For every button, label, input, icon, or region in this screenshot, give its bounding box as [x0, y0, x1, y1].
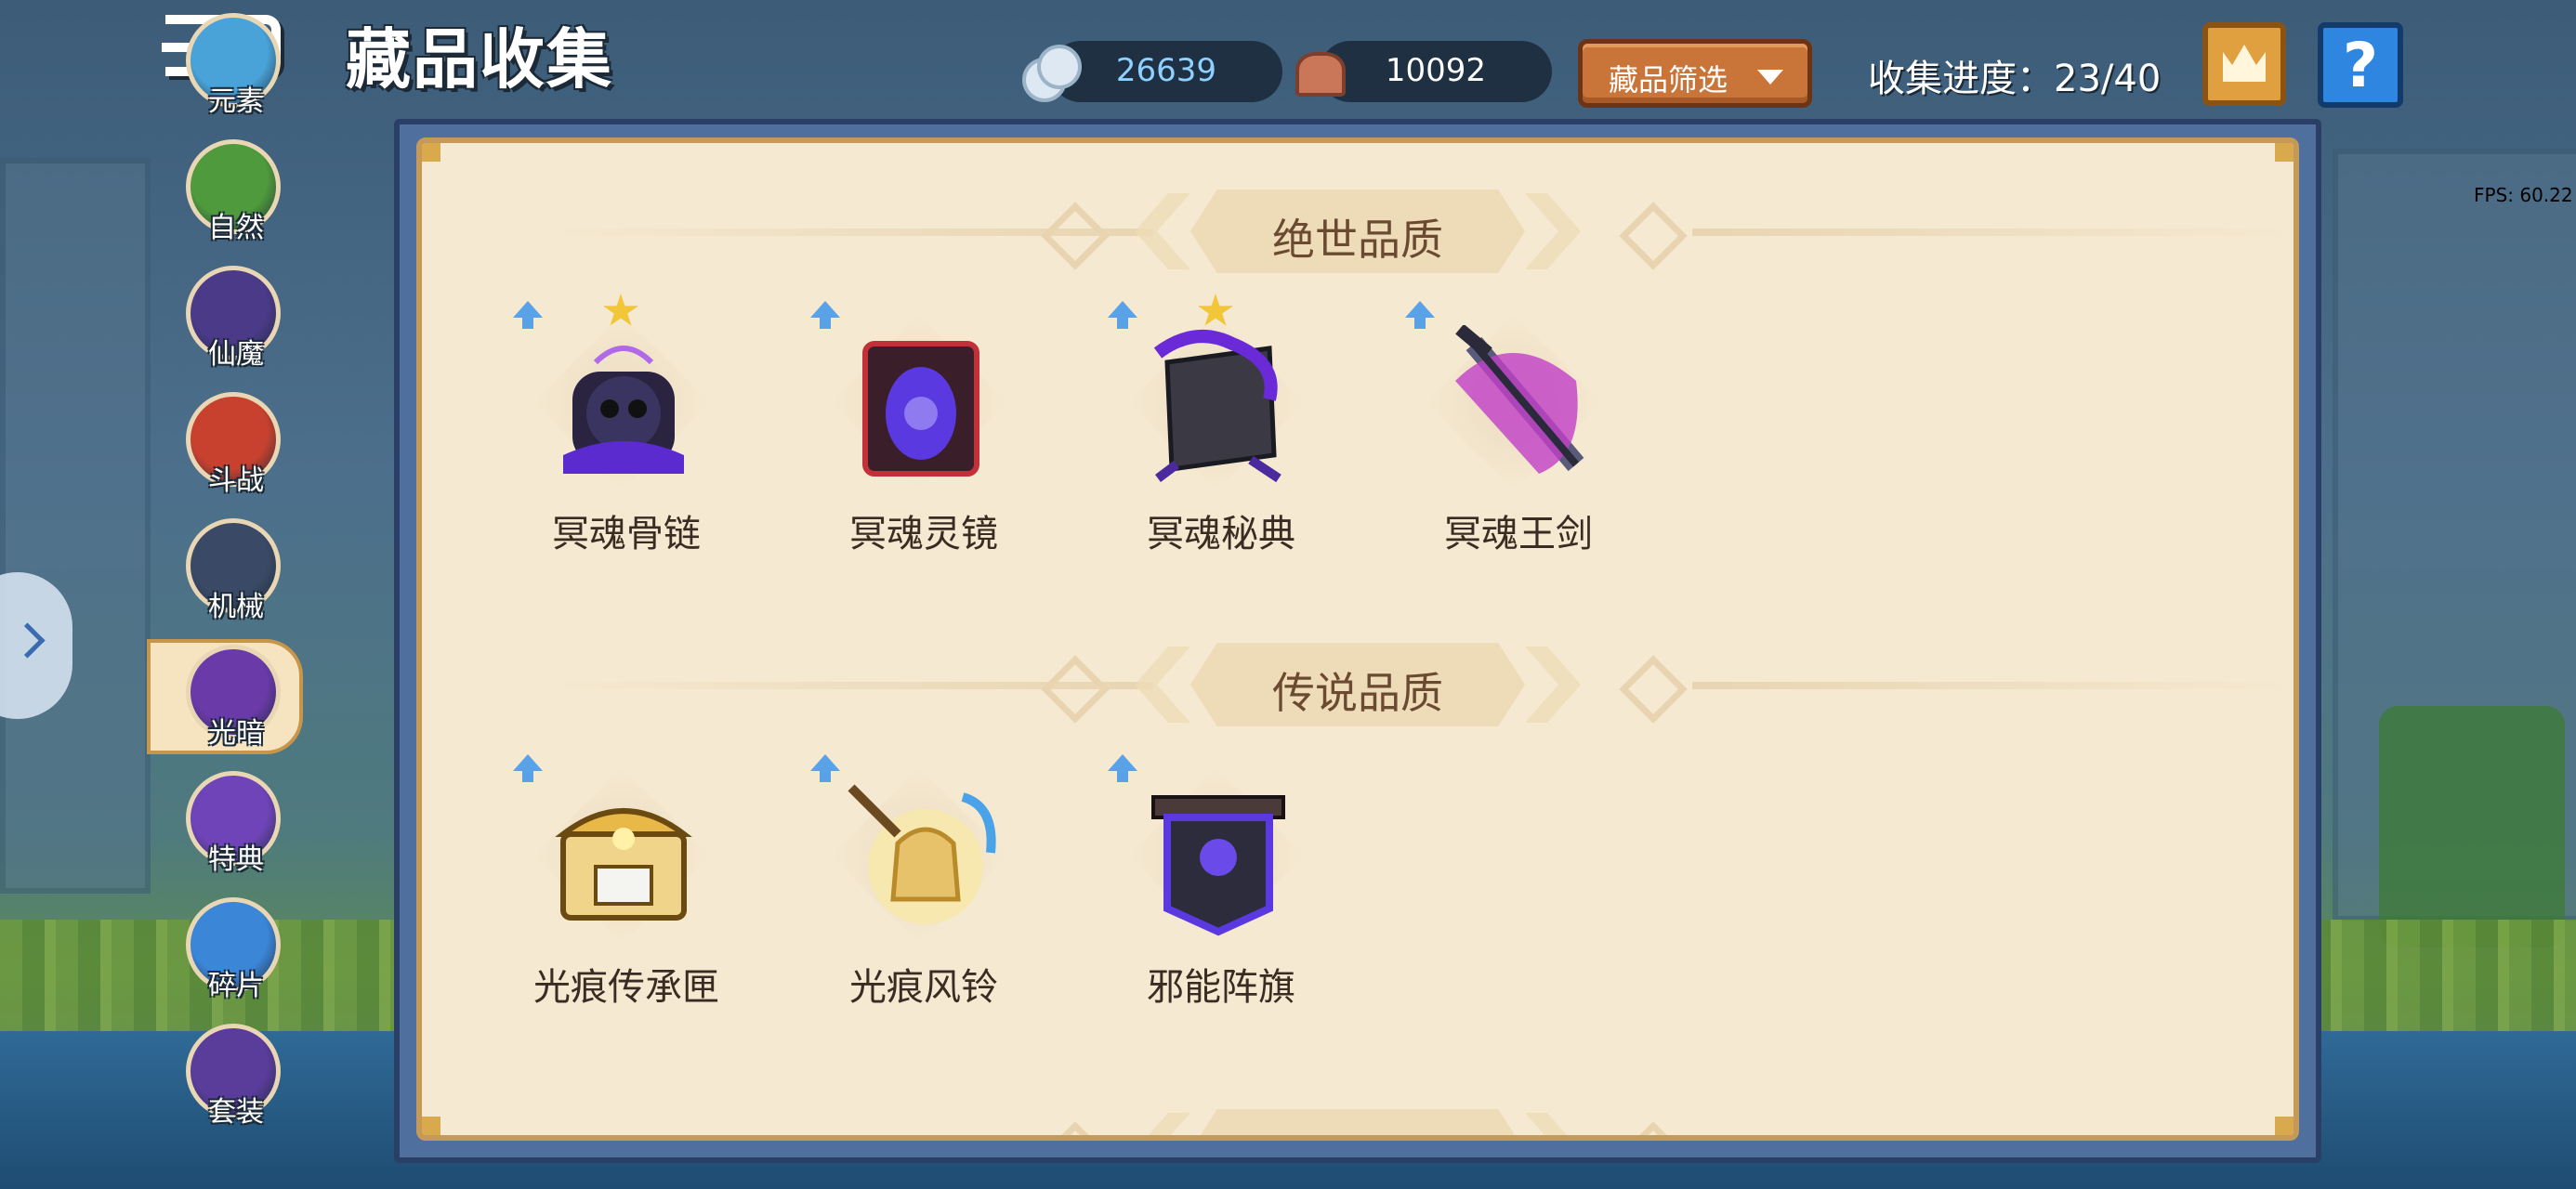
fps-counter: FPS: 60.22 [2474, 184, 2573, 206]
item-name: 冥魂秘典 [1147, 513, 1295, 555]
collection-item[interactable]: 冥魂秘典 [1100, 294, 1342, 580]
item-name: 邪能阵旗 [1147, 966, 1295, 1009]
item-artwork [1437, 323, 1595, 483]
item-artwork [842, 325, 1000, 483]
sidebar-item[interactable]: 仙魔 [182, 260, 290, 375]
upgrade-arrow-icon [1405, 301, 1435, 329]
collection-panel: 绝世品质冥魂骨链 冥魂灵镜 冥魂秘典 冥魂王剑传说品质光痕传承匣 光痕风铃 邪能阵旗史诗品… [394, 119, 2321, 1163]
sidebar-item-label: 元素 [208, 85, 264, 118]
crown-icon [2223, 45, 2266, 82]
collection-filter-dropdown[interactable]: 藏品筛选 [1578, 39, 1812, 108]
item-name: 冥魂王剑 [1444, 513, 1593, 555]
sidebar-item[interactable]: 光暗 [147, 639, 303, 754]
section-header: 史诗品质 [422, 1109, 2293, 1135]
collection-item[interactable]: 光痕风铃 [803, 754, 1045, 1033]
sidebar-item-label: 斗战 [208, 464, 264, 497]
upgrade-arrow-icon [810, 754, 840, 782]
sidebar-item-label: 碎片 [208, 970, 264, 1002]
silver-coin-counter: 26639 [1022, 41, 1282, 102]
sidebar-item[interactable]: 斗战 [182, 386, 290, 502]
section-title: 绝世品质 [1272, 215, 1443, 265]
item-artwork [1139, 778, 1297, 936]
item-name: 冥魂灵镜 [849, 513, 998, 555]
item-name: 冥魂骨链 [552, 513, 701, 555]
background-tree [2379, 706, 2565, 947]
sidebar-item-label: 光暗 [208, 717, 264, 750]
upgrade-arrow-icon [810, 301, 840, 329]
collection-item[interactable]: 邪能阵旗 [1100, 754, 1342, 1033]
filter-label: 藏品筛选 [1609, 62, 1728, 98]
section-header: 传说品质 [422, 643, 2293, 726]
upgrade-arrow-icon [513, 754, 543, 782]
collection-progress: 收集进度：23/40 [1868, 58, 2162, 100]
background-rock-left [0, 158, 151, 894]
item-artwork [1139, 325, 1297, 483]
sidebar-item[interactable]: 自然 [182, 134, 290, 249]
page-title: 藏品收集 [346, 21, 613, 98]
collection-item[interactable]: 冥魂王剑 [1398, 301, 1639, 580]
sidebar-item[interactable]: 元素 [182, 7, 290, 123]
sidebar-item-label: 仙魔 [208, 338, 264, 371]
sidebar-item[interactable]: 机械 [182, 513, 290, 628]
sidebar-item[interactable]: 特典 [182, 765, 290, 881]
upgrade-arrow-icon [1108, 754, 1137, 782]
sidebar-item-label: 特典 [208, 843, 264, 876]
question-mark-icon: ? [2342, 30, 2379, 101]
ore-counter: 10092 [1295, 41, 1552, 102]
chevron-down-icon [1757, 70, 1783, 85]
silver-coin-value: 26639 [1115, 52, 1217, 89]
item-name: 光痕传承匣 [533, 966, 719, 1009]
section-title: 传说品质 [1272, 668, 1443, 718]
sidebar-item-label: 自然 [208, 212, 264, 244]
crown-button[interactable] [2202, 22, 2286, 106]
collection-item[interactable]: 冥魂灵镜 [803, 301, 1045, 580]
upgrade-arrow-icon [513, 301, 543, 329]
section-title: 史诗品质 [1190, 1126, 1525, 1135]
section-header: 绝世品质 [422, 189, 2293, 273]
item-name: 光痕风铃 [849, 966, 998, 1009]
item-artwork [842, 778, 1000, 936]
collection-item[interactable]: 冥魂骨链 [506, 294, 747, 580]
sidebar-item-label: 套装 [208, 1096, 264, 1129]
help-button[interactable]: ? [2318, 22, 2403, 108]
collection-item[interactable]: 光痕传承匣 [506, 754, 747, 1033]
item-artwork [545, 325, 703, 483]
upgrade-arrow-icon [1108, 301, 1137, 329]
sidebar-item-label: 机械 [208, 591, 264, 623]
sidebar-item[interactable]: 套装 [182, 1018, 290, 1133]
sidebar-item[interactable]: 碎片 [182, 892, 290, 1007]
item-artwork [545, 778, 703, 936]
chevron-right-icon [9, 622, 46, 659]
collection-list[interactable]: 绝世品质冥魂骨链 冥魂灵镜 冥魂秘典 冥魂王剑传说品质光痕传承匣 光痕风铃 邪能阵旗史诗品… [416, 137, 2299, 1141]
ore-value: 10092 [1385, 52, 1487, 89]
